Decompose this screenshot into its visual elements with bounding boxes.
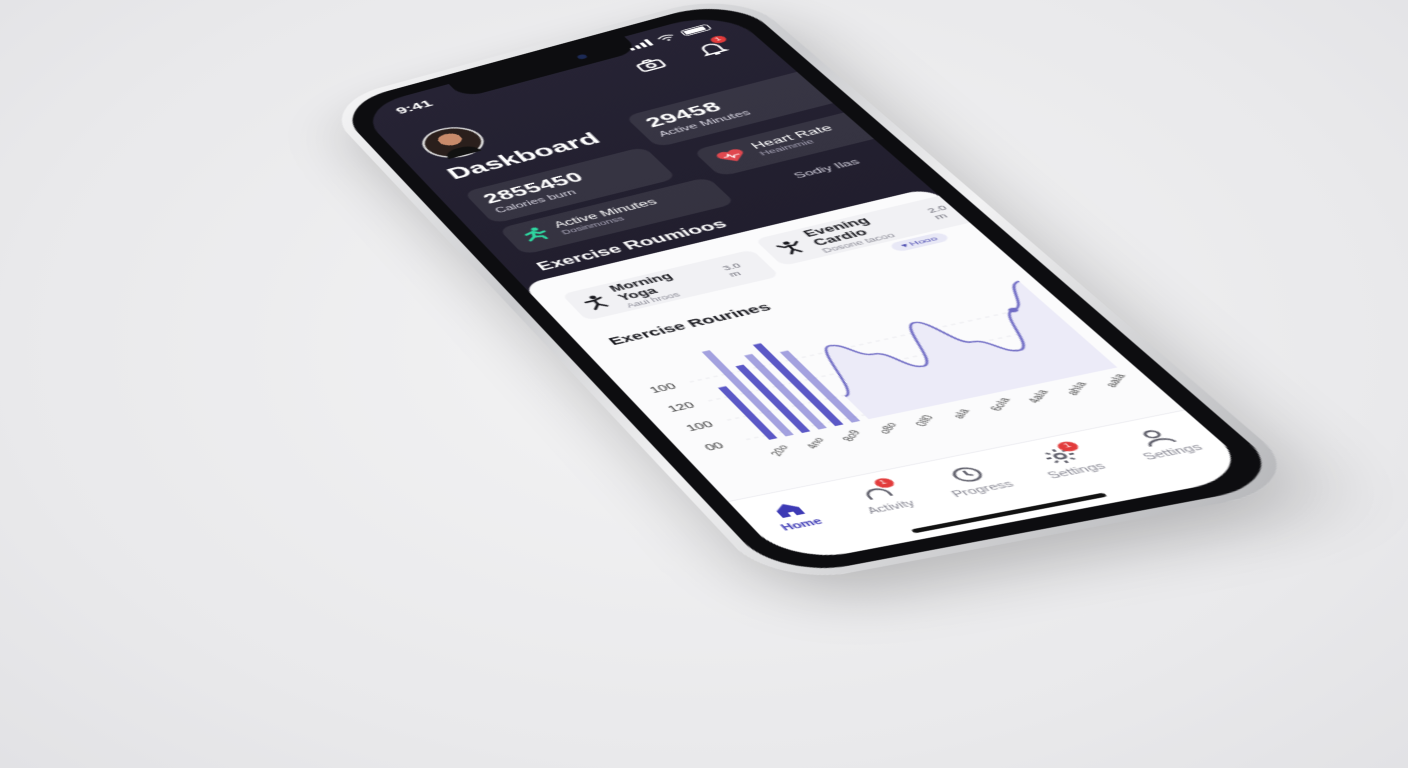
x-tick-label: ahIa [1063, 380, 1090, 396]
notch [448, 36, 640, 99]
wifi-icon [655, 33, 678, 43]
routine-duration: 3.0 m [720, 261, 744, 279]
x-tick-label: 4no [804, 436, 828, 450]
x-tick-label: 6oIa [987, 396, 1013, 412]
x-tick-label: 8o9 [840, 428, 864, 442]
y-tick-label: 00 [703, 441, 728, 453]
battery-icon [679, 23, 713, 37]
y-tick-label: 120 [666, 401, 699, 415]
x-tick-label: 20o [768, 443, 791, 457]
x-tick-label: 4aIa [1025, 388, 1052, 404]
phone-frame: 9:41 1 Daskboard 2855450 Calories burn 2… [320, 0, 1315, 588]
running-figure-icon [515, 224, 555, 244]
camera-icon [629, 54, 673, 75]
camera-button[interactable] [629, 54, 673, 75]
status-time: 9:41 [392, 98, 436, 117]
person-icon [1130, 426, 1182, 449]
x-tick-label: 0Il0 [913, 414, 937, 428]
heart-icon [714, 147, 750, 165]
routine-duration: 2.0 m [924, 203, 950, 221]
notifications-button[interactable]: 1 [690, 34, 735, 59]
y-tick-label: 100 [684, 420, 717, 434]
phone-screen: 9:41 1 Daskboard 2855450 Calories burn 2… [355, 9, 1260, 565]
x-tick-label: aIa [950, 407, 973, 420]
cardio-figure-icon [772, 238, 811, 258]
x-tick-label: o8o [876, 421, 900, 435]
phone-bezel: 9:41 1 Daskboard 2855450 Calories burn 2… [332, 0, 1295, 579]
yoga-figure-icon [577, 293, 615, 313]
home-icon [771, 501, 805, 519]
x-tick-label: aaIa [1102, 372, 1129, 388]
y-tick-label: 100 [648, 382, 680, 396]
sodiy-label: Sodiy Ilas [791, 157, 863, 181]
progress-icon [943, 463, 992, 486]
camera-dot [575, 53, 589, 60]
stage: 9:41 1 Daskboard 2855450 Calories burn 2… [0, 0, 1408, 768]
